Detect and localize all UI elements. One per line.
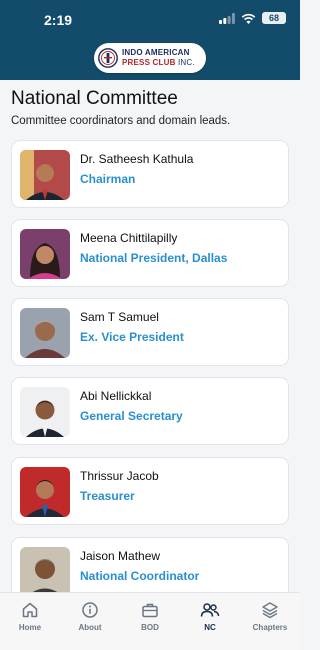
battery-level: 68 xyxy=(268,13,279,23)
briefcase-icon xyxy=(142,603,158,618)
wifi-icon xyxy=(241,13,256,24)
tab-label: About xyxy=(78,623,102,632)
member-role: National Coordinator xyxy=(80,569,200,583)
info-icon xyxy=(82,602,98,618)
member-name: Dr. Satheesh Kathula xyxy=(80,152,194,166)
tab-label: NC xyxy=(204,623,216,632)
tab-bod[interactable]: BOD xyxy=(120,601,180,632)
member-photo xyxy=(20,229,70,279)
member-photo xyxy=(20,150,70,200)
tab-nc[interactable]: NC xyxy=(180,601,240,632)
press-club-emblem-icon xyxy=(98,48,118,68)
tab-label: BOD xyxy=(141,623,159,632)
member-role: National President, Dallas xyxy=(80,251,228,265)
page-subtitle: Committee coordinators and domain leads. xyxy=(11,115,231,127)
brand-line-2-rest: INC. xyxy=(175,58,195,67)
app-header: 2:19 68 INDO AMERICAN PRESS CLUB INC. xyxy=(0,0,300,80)
member-card[interactable]: Thrissur Jacob Treasurer xyxy=(11,457,289,525)
member-name: Meena Chittilapilly xyxy=(80,231,178,245)
tab-label: Chapters xyxy=(252,623,288,632)
layers-icon xyxy=(262,602,278,619)
member-role: Treasurer xyxy=(80,489,135,503)
member-role: Chairman xyxy=(80,172,136,186)
home-icon xyxy=(22,602,38,618)
brand-line-2: PRESS CLUB INC. xyxy=(122,58,195,68)
people-icon xyxy=(200,603,220,617)
bottom-tab-bar: Home About BOD NC Chapters xyxy=(0,592,300,650)
member-card[interactable]: Meena Chittilapilly National President, … xyxy=(11,219,289,287)
member-name: Jaison Mathew xyxy=(80,549,161,563)
member-photo xyxy=(20,387,70,437)
brand-line-2-bold: PRESS CLUB xyxy=(122,58,176,67)
battery-indicator: 68 xyxy=(262,12,286,24)
signal-icon xyxy=(219,12,235,24)
tab-label: Home xyxy=(18,623,42,632)
member-role: General Secretary xyxy=(80,409,183,423)
tab-home[interactable]: Home xyxy=(0,601,60,632)
member-role: Ex. Vice President xyxy=(80,330,184,344)
member-photo xyxy=(20,467,70,517)
brand-logo: INDO AMERICAN PRESS CLUB INC. xyxy=(94,43,206,73)
page-title: National Committee xyxy=(11,88,178,109)
status-time: 2:19 xyxy=(44,12,73,28)
member-name: Thrissur Jacob xyxy=(80,469,159,483)
member-card[interactable]: Abi Nellickkal General Secretary xyxy=(11,377,289,445)
member-card[interactable]: Dr. Satheesh Kathula Chairman xyxy=(11,140,289,208)
member-photo xyxy=(20,547,70,597)
brand-line-1: INDO AMERICAN xyxy=(122,48,190,57)
status-icons: 68 xyxy=(219,12,286,24)
tab-chapters[interactable]: Chapters xyxy=(240,601,300,632)
member-name: Abi Nellickkal xyxy=(80,389,152,403)
tab-about[interactable]: About xyxy=(60,601,120,632)
member-card[interactable]: Sam T Samuel Ex. Vice President xyxy=(11,298,289,366)
member-photo xyxy=(20,308,70,358)
member-name: Sam T Samuel xyxy=(80,310,159,324)
